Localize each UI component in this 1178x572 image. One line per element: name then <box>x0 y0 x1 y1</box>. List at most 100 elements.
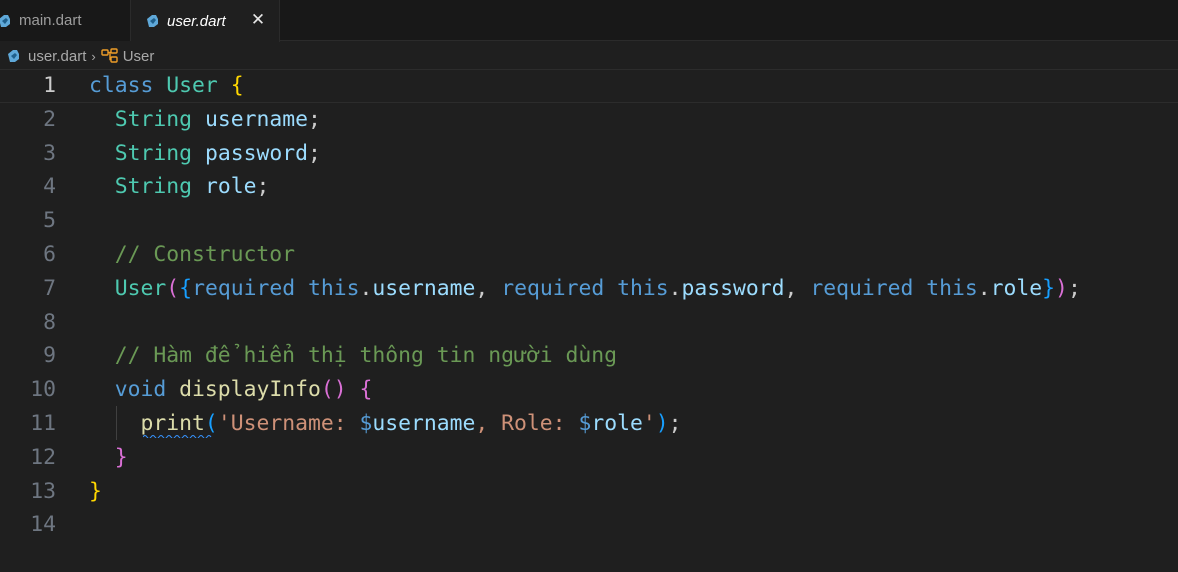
code-token: . <box>668 275 682 301</box>
code-token: , <box>475 275 502 301</box>
breadcrumb-file[interactable]: user.dart <box>28 48 86 65</box>
code-token: void <box>114 377 167 403</box>
code-token: username <box>204 106 308 132</box>
line-number: 11 <box>30 411 56 436</box>
code-line[interactable]: 13} <box>0 475 1178 509</box>
code-token: , <box>784 275 811 301</box>
code-token: ) <box>1055 275 1068 301</box>
warning-squiggle <box>143 435 212 438</box>
code-token: . <box>359 275 373 301</box>
dart-icon <box>8 50 19 62</box>
chevron-right-icon: › <box>91 48 96 64</box>
tab-user-dart[interactable]: user.dart ✕ <box>131 0 280 42</box>
code-token: role <box>990 275 1043 301</box>
code-token: String <box>114 174 193 200</box>
line-number: 12 <box>30 444 56 470</box>
breadcrumb-symbol[interactable]: User <box>123 48 155 65</box>
tab-main-dart[interactable]: main.dart <box>0 0 131 41</box>
indent-guide <box>116 406 117 440</box>
code-token: displayInfo <box>179 377 321 403</box>
line-number: 3 <box>43 140 56 166</box>
line-number: 1 <box>43 73 56 98</box>
code-token: ; <box>668 411 682 436</box>
code-editor[interactable]: 1 class User {2 String username; 3 String … <box>0 69 1178 572</box>
code-line[interactable]: 8 <box>0 306 1178 340</box>
code-line[interactable]: 5 <box>0 204 1178 238</box>
code-token: , Role: <box>475 411 579 436</box>
code-token: } <box>114 444 128 470</box>
line-number: 13 <box>30 478 56 504</box>
code-token: User <box>114 275 167 301</box>
code-content: void displayInfo() { <box>89 373 373 407</box>
code-content: // Constructor <box>89 238 295 272</box>
code-token: 'Username: <box>217 411 360 436</box>
dart-icon <box>0 14 10 27</box>
code-line[interactable]: 4 String role; <box>0 170 1178 204</box>
code-line[interactable]: 3 String password; <box>0 137 1178 171</box>
code-line[interactable]: 1 class User { <box>0 69 1178 103</box>
tab-label: main.dart <box>19 12 82 29</box>
code-token: username <box>372 411 476 436</box>
code-token: print <box>140 411 205 436</box>
code-token: { <box>179 275 193 301</box>
code-token: ' <box>642 411 656 436</box>
line-number: 8 <box>43 309 56 335</box>
code-token: ; <box>307 140 321 166</box>
code-token: class <box>89 73 154 98</box>
code-token: password <box>204 140 308 166</box>
line-number: 14 <box>30 512 56 538</box>
code-line[interactable]: 14 <box>0 508 1178 542</box>
code-token: } <box>1042 275 1056 301</box>
breadcrumb: user.dart › User <box>0 42 1178 70</box>
code-token: this <box>307 275 360 301</box>
code-token: $ <box>359 411 373 436</box>
code-token: { <box>359 377 373 403</box>
code-content: String username; <box>89 103 321 137</box>
close-icon[interactable]: ✕ <box>249 10 267 30</box>
code-line[interactable]: 6 // Constructor <box>0 238 1178 272</box>
code-line[interactable]: 9 // Hàm để hiển thị thông tin người dùn… <box>0 339 1178 373</box>
code-token: required <box>501 275 605 301</box>
line-number: 6 <box>43 242 56 267</box>
code-line[interactable]: 10 void displayInfo() { <box>0 373 1178 407</box>
code-token: // Constructor <box>114 242 296 267</box>
code-token: ) <box>655 411 669 436</box>
code-token: ; <box>256 174 270 200</box>
code-token: required <box>810 275 914 301</box>
line-number: 4 <box>43 174 56 200</box>
code-token: String <box>114 106 193 132</box>
code-token: ; <box>307 106 321 132</box>
code-line[interactable]: 2 String username; <box>0 103 1178 137</box>
code-token: () <box>320 377 347 403</box>
line-number: 7 <box>43 275 56 301</box>
code-content: } <box>89 441 128 475</box>
line-number: 10 <box>30 377 56 403</box>
code-token: . <box>977 275 991 301</box>
editor-tab-bar: main.dart user.dart ✕ <box>0 0 1178 42</box>
code-line[interactable]: 7 User({required this.username, required… <box>0 272 1178 306</box>
class-symbol-icon <box>101 48 118 63</box>
code-token: username <box>372 275 476 301</box>
dart-icon <box>147 15 158 27</box>
code-token: { <box>230 73 244 98</box>
code-token: role <box>204 174 257 200</box>
code-line[interactable]: 12 } <box>0 441 1178 475</box>
code-token: ( <box>166 275 180 301</box>
